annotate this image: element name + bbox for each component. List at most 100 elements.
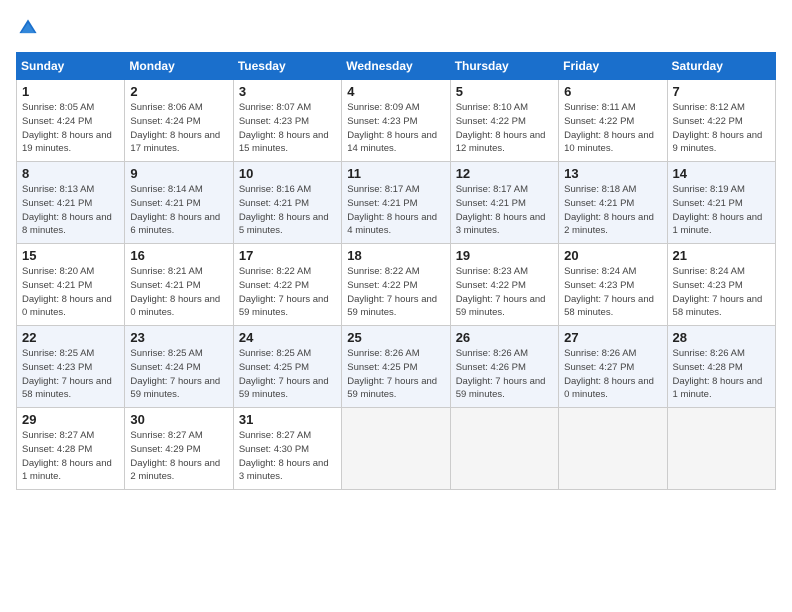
col-header-saturday: Saturday xyxy=(667,53,775,80)
day-number: 9 xyxy=(130,166,227,181)
day-number: 21 xyxy=(673,248,770,263)
empty-cell xyxy=(450,408,558,490)
empty-cell xyxy=(342,408,450,490)
day-cell-5: 5 Sunrise: 8:10 AMSunset: 4:22 PMDayligh… xyxy=(450,80,558,162)
calendar-week-2: 8 Sunrise: 8:13 AMSunset: 4:21 PMDayligh… xyxy=(17,162,776,244)
day-detail: Sunrise: 8:09 AMSunset: 4:23 PMDaylight:… xyxy=(347,102,437,154)
logo-icon xyxy=(16,16,40,40)
day-cell-2: 2 Sunrise: 8:06 AMSunset: 4:24 PMDayligh… xyxy=(125,80,233,162)
day-number: 13 xyxy=(564,166,661,181)
day-cell-13: 13 Sunrise: 8:18 AMSunset: 4:21 PMDaylig… xyxy=(559,162,667,244)
day-cell-19: 19 Sunrise: 8:23 AMSunset: 4:22 PMDaylig… xyxy=(450,244,558,326)
day-number: 17 xyxy=(239,248,336,263)
day-cell-14: 14 Sunrise: 8:19 AMSunset: 4:21 PMDaylig… xyxy=(667,162,775,244)
day-number: 12 xyxy=(456,166,553,181)
day-cell-26: 26 Sunrise: 8:26 AMSunset: 4:26 PMDaylig… xyxy=(450,326,558,408)
day-cell-9: 9 Sunrise: 8:14 AMSunset: 4:21 PMDayligh… xyxy=(125,162,233,244)
logo xyxy=(16,16,44,40)
day-cell-29: 29 Sunrise: 8:27 AMSunset: 4:28 PMDaylig… xyxy=(17,408,125,490)
day-detail: Sunrise: 8:18 AMSunset: 4:21 PMDaylight:… xyxy=(564,184,654,236)
day-cell-30: 30 Sunrise: 8:27 AMSunset: 4:29 PMDaylig… xyxy=(125,408,233,490)
day-number: 4 xyxy=(347,84,444,99)
day-number: 14 xyxy=(673,166,770,181)
day-detail: Sunrise: 8:26 AMSunset: 4:25 PMDaylight:… xyxy=(347,348,437,400)
day-cell-11: 11 Sunrise: 8:17 AMSunset: 4:21 PMDaylig… xyxy=(342,162,450,244)
day-detail: Sunrise: 8:25 AMSunset: 4:23 PMDaylight:… xyxy=(22,348,112,400)
day-detail: Sunrise: 8:12 AMSunset: 4:22 PMDaylight:… xyxy=(673,102,763,154)
day-detail: Sunrise: 8:10 AMSunset: 4:22 PMDaylight:… xyxy=(456,102,546,154)
calendar-week-4: 22 Sunrise: 8:25 AMSunset: 4:23 PMDaylig… xyxy=(17,326,776,408)
day-detail: Sunrise: 8:25 AMSunset: 4:25 PMDaylight:… xyxy=(239,348,329,400)
day-detail: Sunrise: 8:17 AMSunset: 4:21 PMDaylight:… xyxy=(347,184,437,236)
day-number: 20 xyxy=(564,248,661,263)
day-number: 7 xyxy=(673,84,770,99)
day-detail: Sunrise: 8:27 AMSunset: 4:30 PMDaylight:… xyxy=(239,430,329,482)
day-cell-25: 25 Sunrise: 8:26 AMSunset: 4:25 PMDaylig… xyxy=(342,326,450,408)
day-number: 31 xyxy=(239,412,336,427)
day-cell-24: 24 Sunrise: 8:25 AMSunset: 4:25 PMDaylig… xyxy=(233,326,341,408)
col-header-monday: Monday xyxy=(125,53,233,80)
day-detail: Sunrise: 8:22 AMSunset: 4:22 PMDaylight:… xyxy=(347,266,437,318)
col-header-tuesday: Tuesday xyxy=(233,53,341,80)
day-number: 27 xyxy=(564,330,661,345)
day-detail: Sunrise: 8:21 AMSunset: 4:21 PMDaylight:… xyxy=(130,266,220,318)
day-number: 29 xyxy=(22,412,119,427)
day-cell-23: 23 Sunrise: 8:25 AMSunset: 4:24 PMDaylig… xyxy=(125,326,233,408)
day-cell-22: 22 Sunrise: 8:25 AMSunset: 4:23 PMDaylig… xyxy=(17,326,125,408)
day-number: 8 xyxy=(22,166,119,181)
day-cell-6: 6 Sunrise: 8:11 AMSunset: 4:22 PMDayligh… xyxy=(559,80,667,162)
day-detail: Sunrise: 8:26 AMSunset: 4:28 PMDaylight:… xyxy=(673,348,763,400)
day-number: 23 xyxy=(130,330,227,345)
day-cell-7: 7 Sunrise: 8:12 AMSunset: 4:22 PMDayligh… xyxy=(667,80,775,162)
day-number: 25 xyxy=(347,330,444,345)
day-cell-1: 1 Sunrise: 8:05 AMSunset: 4:24 PMDayligh… xyxy=(17,80,125,162)
day-detail: Sunrise: 8:17 AMSunset: 4:21 PMDaylight:… xyxy=(456,184,546,236)
day-number: 16 xyxy=(130,248,227,263)
day-number: 19 xyxy=(456,248,553,263)
day-detail: Sunrise: 8:26 AMSunset: 4:26 PMDaylight:… xyxy=(456,348,546,400)
day-detail: Sunrise: 8:06 AMSunset: 4:24 PMDaylight:… xyxy=(130,102,220,154)
day-number: 11 xyxy=(347,166,444,181)
col-header-thursday: Thursday xyxy=(450,53,558,80)
day-number: 26 xyxy=(456,330,553,345)
calendar-week-1: 1 Sunrise: 8:05 AMSunset: 4:24 PMDayligh… xyxy=(17,80,776,162)
day-number: 15 xyxy=(22,248,119,263)
day-detail: Sunrise: 8:24 AMSunset: 4:23 PMDaylight:… xyxy=(564,266,654,318)
day-number: 5 xyxy=(456,84,553,99)
day-cell-10: 10 Sunrise: 8:16 AMSunset: 4:21 PMDaylig… xyxy=(233,162,341,244)
day-cell-17: 17 Sunrise: 8:22 AMSunset: 4:22 PMDaylig… xyxy=(233,244,341,326)
day-number: 18 xyxy=(347,248,444,263)
day-cell-18: 18 Sunrise: 8:22 AMSunset: 4:22 PMDaylig… xyxy=(342,244,450,326)
page-header xyxy=(16,16,776,40)
day-detail: Sunrise: 8:20 AMSunset: 4:21 PMDaylight:… xyxy=(22,266,112,318)
day-detail: Sunrise: 8:24 AMSunset: 4:23 PMDaylight:… xyxy=(673,266,763,318)
day-cell-8: 8 Sunrise: 8:13 AMSunset: 4:21 PMDayligh… xyxy=(17,162,125,244)
day-detail: Sunrise: 8:25 AMSunset: 4:24 PMDaylight:… xyxy=(130,348,220,400)
empty-cell xyxy=(559,408,667,490)
calendar-week-5: 29 Sunrise: 8:27 AMSunset: 4:28 PMDaylig… xyxy=(17,408,776,490)
day-detail: Sunrise: 8:13 AMSunset: 4:21 PMDaylight:… xyxy=(22,184,112,236)
day-number: 28 xyxy=(673,330,770,345)
calendar-table: SundayMondayTuesdayWednesdayThursdayFrid… xyxy=(16,52,776,490)
day-cell-31: 31 Sunrise: 8:27 AMSunset: 4:30 PMDaylig… xyxy=(233,408,341,490)
day-detail: Sunrise: 8:27 AMSunset: 4:29 PMDaylight:… xyxy=(130,430,220,482)
day-cell-12: 12 Sunrise: 8:17 AMSunset: 4:21 PMDaylig… xyxy=(450,162,558,244)
day-cell-15: 15 Sunrise: 8:20 AMSunset: 4:21 PMDaylig… xyxy=(17,244,125,326)
day-number: 24 xyxy=(239,330,336,345)
day-detail: Sunrise: 8:16 AMSunset: 4:21 PMDaylight:… xyxy=(239,184,329,236)
day-detail: Sunrise: 8:26 AMSunset: 4:27 PMDaylight:… xyxy=(564,348,654,400)
day-detail: Sunrise: 8:07 AMSunset: 4:23 PMDaylight:… xyxy=(239,102,329,154)
day-detail: Sunrise: 8:14 AMSunset: 4:21 PMDaylight:… xyxy=(130,184,220,236)
day-number: 2 xyxy=(130,84,227,99)
day-number: 30 xyxy=(130,412,227,427)
day-cell-21: 21 Sunrise: 8:24 AMSunset: 4:23 PMDaylig… xyxy=(667,244,775,326)
col-header-sunday: Sunday xyxy=(17,53,125,80)
col-header-friday: Friday xyxy=(559,53,667,80)
calendar-header-row: SundayMondayTuesdayWednesdayThursdayFrid… xyxy=(17,53,776,80)
day-cell-16: 16 Sunrise: 8:21 AMSunset: 4:21 PMDaylig… xyxy=(125,244,233,326)
day-detail: Sunrise: 8:05 AMSunset: 4:24 PMDaylight:… xyxy=(22,102,112,154)
day-number: 10 xyxy=(239,166,336,181)
day-cell-4: 4 Sunrise: 8:09 AMSunset: 4:23 PMDayligh… xyxy=(342,80,450,162)
day-detail: Sunrise: 8:11 AMSunset: 4:22 PMDaylight:… xyxy=(564,102,654,154)
day-number: 3 xyxy=(239,84,336,99)
